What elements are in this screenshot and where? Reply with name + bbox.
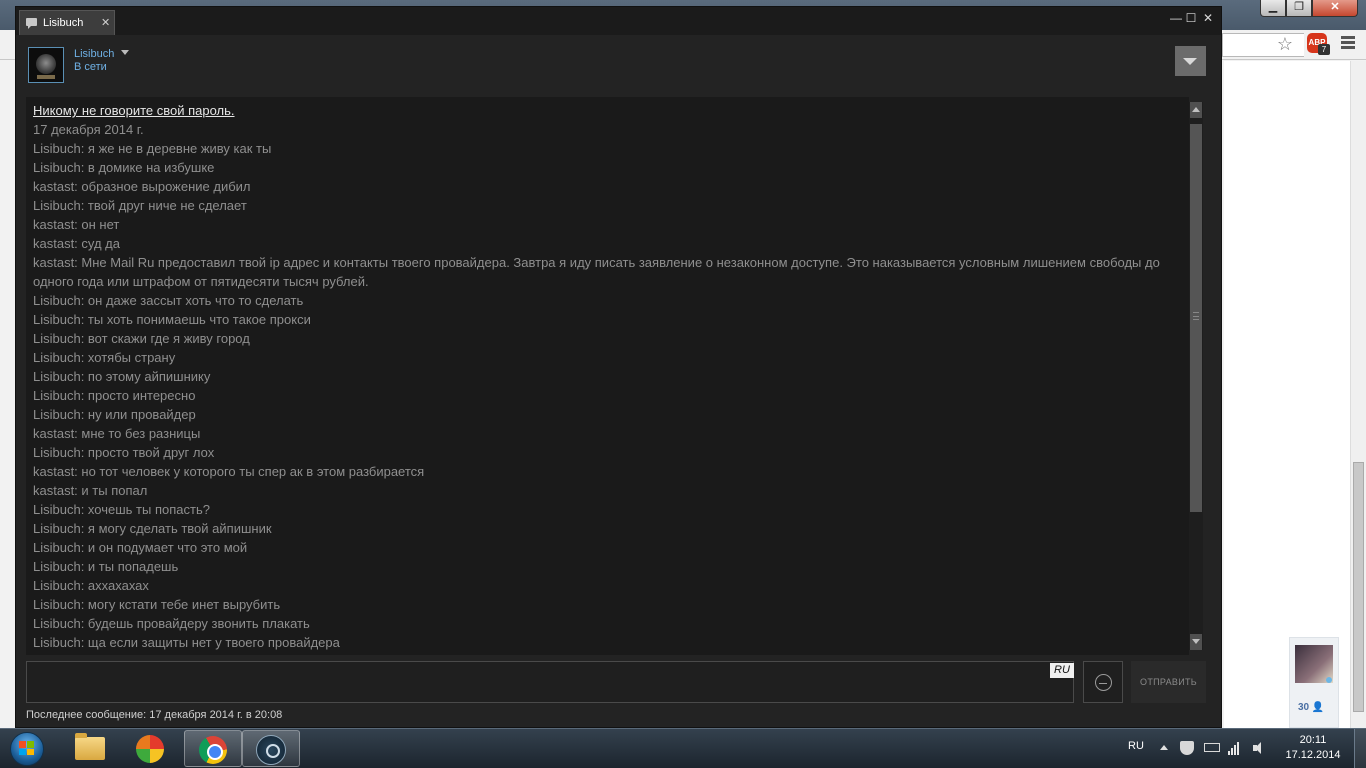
chat-message: Lisibuch: по этому айпишнику (33, 369, 211, 384)
chat-tab-label: Lisibuch (43, 17, 84, 29)
chat-message: Lisibuch: ща если защиты нет у твоего пр… (33, 635, 340, 650)
user-name-link[interactable]: Lisibuch (74, 48, 114, 60)
clock-time: 20:11 (1299, 734, 1327, 746)
page-scrollbar-thumb[interactable] (1353, 462, 1364, 712)
scroll-down-arrow-icon[interactable] (1190, 634, 1202, 650)
chat-history: Никому не говорите свой пароль. 17 декаб… (26, 97, 1189, 655)
taskbar-explorer[interactable] (60, 730, 118, 767)
chat-bubble-icon (26, 18, 37, 29)
chat-message: Lisibuch: ну или провайдер (33, 407, 196, 422)
chat-message: Lisibuch: и он подумает что это мой (33, 540, 248, 555)
input-language-badge: RU (1050, 663, 1074, 678)
chat-message: Lisibuch: и ты попадешь (33, 559, 179, 574)
page-scrollbar[interactable] (1350, 61, 1366, 728)
chat-message: Lisibuch: твой друг ниче не сделает (33, 198, 247, 213)
clock[interactable]: 20:11 17.12.2014 (1280, 733, 1346, 763)
taskbar-app-ball[interactable] (122, 730, 180, 767)
chat-date: 17 декабря 2014 г. (33, 122, 144, 137)
chat-message: Lisibuch: аххахахах (33, 578, 149, 593)
friend-card[interactable]: 30 👤 (1289, 637, 1339, 728)
chat-scrollbar[interactable] (1189, 102, 1203, 650)
chat-message: Lisibuch: я могу сделать твой айпишник (33, 521, 272, 536)
chat-message: kastast: он нет (33, 217, 120, 232)
chat-message: Lisibuch: в домике на избушке (33, 160, 215, 175)
clock-date: 17.12.2014 (1285, 749, 1341, 761)
taskbar-chrome[interactable] (184, 730, 242, 767)
online-status-dot (1326, 677, 1332, 683)
app-ball-icon (136, 735, 164, 763)
chat-maximize-button[interactable]: ☐ (1184, 10, 1198, 26)
browser-close-button[interactable]: ✕ (1312, 0, 1358, 17)
chat-scrollbar-thumb[interactable] (1190, 124, 1202, 512)
chat-message: kastast: суд да (33, 236, 120, 251)
adblock-plus-icon[interactable]: ABP 7 (1306, 32, 1330, 56)
chat-message: kastast: образное вырожение дибил (33, 179, 251, 194)
chevron-down-icon[interactable] (121, 50, 129, 55)
chat-message: Lisibuch: я же не в деревне живу как ты (33, 141, 272, 156)
scroll-up-arrow-icon[interactable] (1190, 102, 1202, 118)
chat-message: kastast: Мне Mail Ru предоставил твой ip… (33, 255, 1160, 289)
chat-options-button[interactable] (1175, 46, 1206, 76)
chat-message: kastast: и ты попал (33, 483, 148, 498)
last-message-status: Последнее сообщение: 17 декабря 2014 г. … (26, 709, 283, 721)
user-avatar[interactable] (28, 47, 64, 83)
chat-minimize-button[interactable]: — (1169, 10, 1183, 26)
chat-message: Lisibuch: хочешь ты попасть? (33, 502, 210, 517)
browser-window-controls: ▁ ❐ ✕ (1260, 0, 1360, 18)
show-desktop-button[interactable] (1354, 729, 1366, 768)
bookmark-star-icon[interactable]: ☆ (1274, 33, 1296, 55)
friend-count[interactable]: 30 👤 (1298, 702, 1324, 713)
chat-message: Lisibuch: он даже зассыт хоть что то сде… (33, 293, 304, 308)
windows-logo-icon (19, 741, 35, 755)
chat-message: Lisibuch: просто интересно (33, 388, 196, 403)
chat-message: Lisibuch: просто твой друг лох (33, 445, 215, 460)
chat-tab-lisibuch[interactable]: Lisibuch ✕ (19, 10, 115, 35)
chat-message: kastast: но тот человек у которого ты сп… (33, 464, 425, 479)
steam-icon (256, 735, 286, 765)
browser-minimize-button[interactable]: ▁ (1260, 0, 1286, 17)
start-button[interactable] (6, 731, 48, 767)
emoticon-button[interactable] (1083, 661, 1123, 703)
folder-icon (75, 733, 105, 760)
adblock-count: 7 (1318, 44, 1330, 55)
chat-close-button[interactable]: ✕ (1201, 10, 1215, 26)
close-tab-icon[interactable]: ✕ (101, 16, 110, 29)
language-indicator[interactable]: RU (1128, 740, 1144, 752)
message-input[interactable] (26, 661, 1074, 703)
tray-expand-icon[interactable] (1160, 745, 1168, 750)
web-page-area (1224, 61, 1350, 728)
user-status: В сети (74, 61, 107, 73)
chat-message: kastast: мне то без разницы (33, 426, 201, 441)
chat-message: Lisibuch: могу кстати тебе инет вырубить (33, 597, 281, 612)
chrome-icon (199, 736, 227, 764)
volume-icon[interactable] (1252, 741, 1266, 755)
smiley-icon (1095, 674, 1112, 691)
browser-maximize-button[interactable]: ❐ (1286, 0, 1312, 17)
chat-message: Lisibuch: вот скажи где я живу город (33, 331, 250, 346)
steam-chat-window: Lisibuch ✕ — ☐ ✕ Lisibuch В сети Никому … (15, 6, 1222, 728)
network-signal-icon[interactable] (1228, 741, 1242, 755)
taskbar: RU 20:11 17.12.2014 (0, 728, 1366, 768)
battery-icon[interactable] (1204, 743, 1220, 752)
password-warning-link[interactable]: Никому не говорите свой пароль. (33, 101, 1173, 120)
shield-icon[interactable] (1180, 741, 1194, 755)
chat-titlebar: Lisibuch ✕ — ☐ ✕ (16, 7, 1221, 35)
browser-menu-icon[interactable] (1340, 34, 1356, 54)
chat-message: Lisibuch: хотябы страну (33, 350, 176, 365)
send-button[interactable]: ОТПРАВИТЬ (1131, 661, 1206, 703)
chat-message: Lisibuch: будешь провайдеру звонить плак… (33, 616, 310, 631)
taskbar-steam[interactable] (242, 730, 300, 767)
chat-message: Lisibuch: ты хоть понимаешь что такое пр… (33, 312, 311, 327)
chat-header: Lisibuch В сети (26, 43, 1208, 91)
